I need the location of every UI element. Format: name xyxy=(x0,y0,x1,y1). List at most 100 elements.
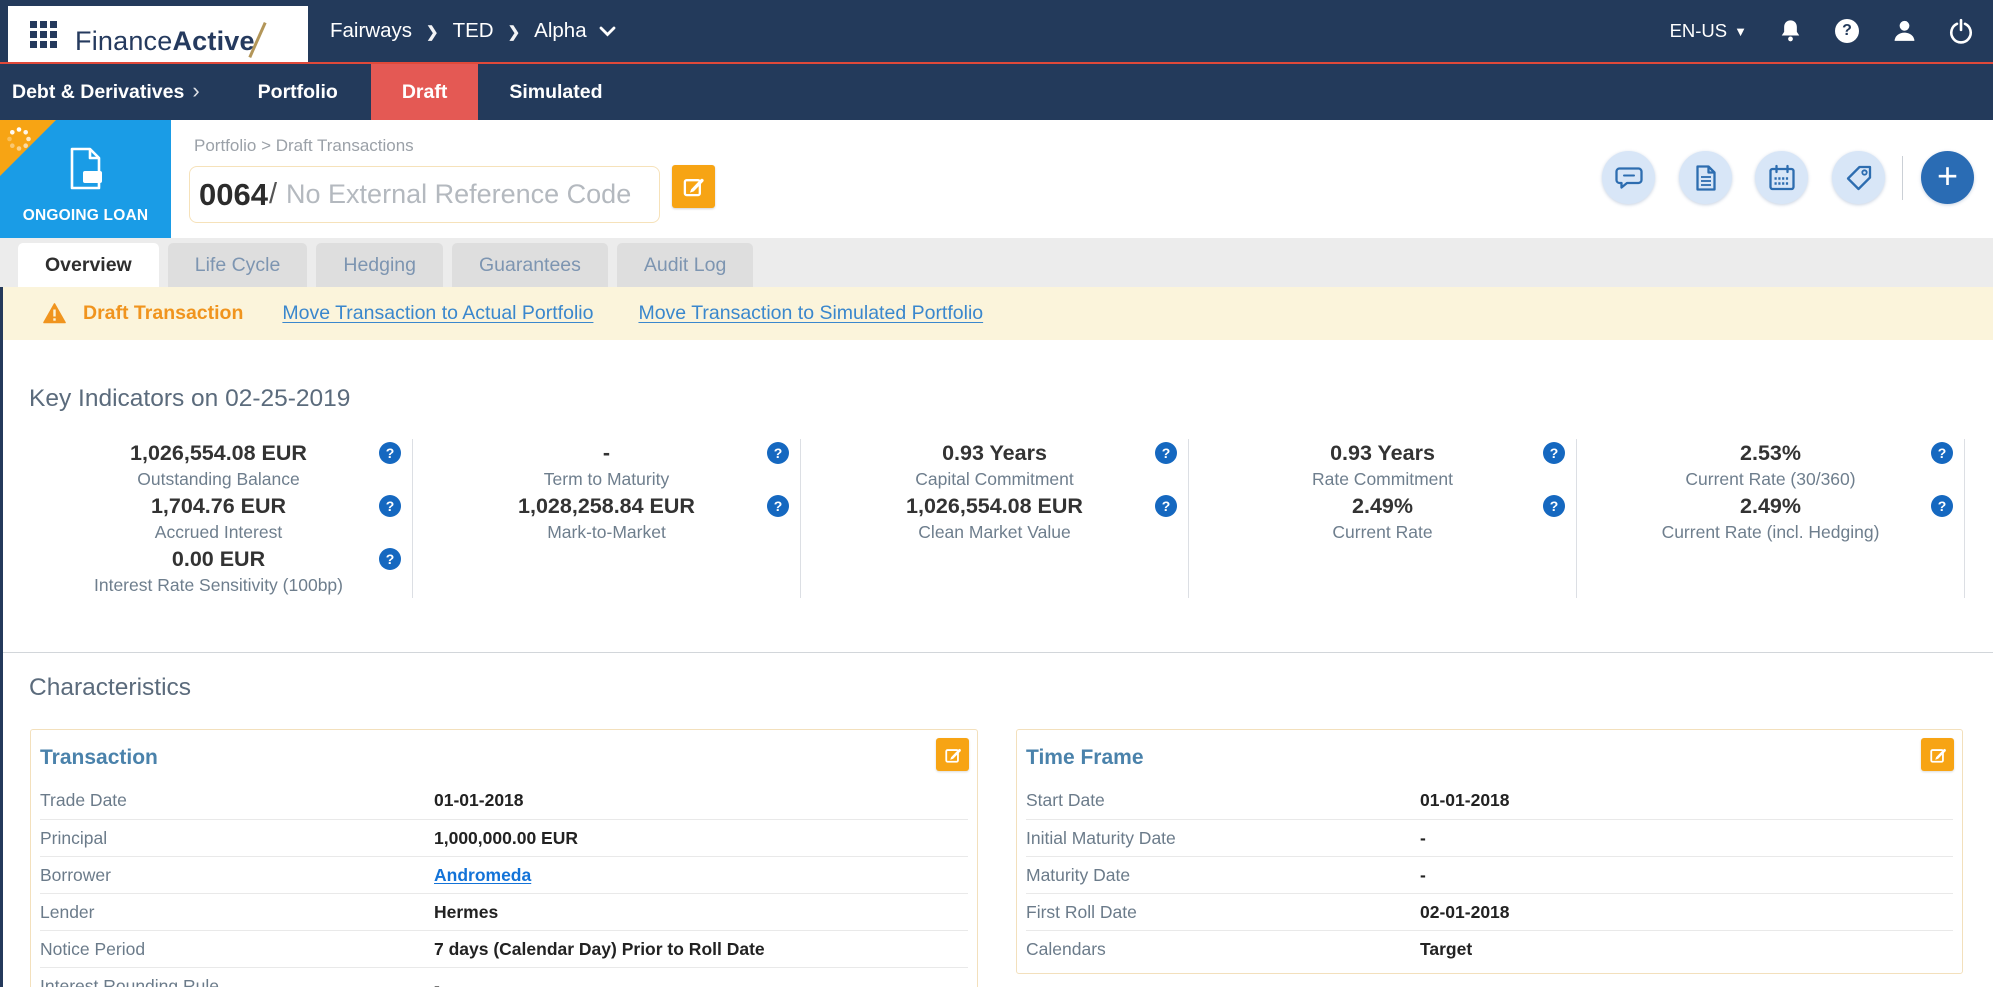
notifications-bell-icon[interactable] xyxy=(1776,17,1804,45)
indicator-label: Term to Maturity xyxy=(543,469,670,489)
help-icon[interactable]: ? xyxy=(1833,17,1861,45)
breadcrumb-item-fairways[interactable]: Fairways xyxy=(330,19,412,43)
indicator-label: Mark-to-Market xyxy=(547,522,666,542)
overview-content: Key Indicators on 02-25-2019 1,026,554.0… xyxy=(0,340,1993,987)
transaction-code: 0064 xyxy=(199,176,268,212)
indicator-column: 1,026,554.08 EUR ? Outstanding Balance 1… xyxy=(25,439,413,598)
indicator-label: Clean Market Value xyxy=(918,522,1071,542)
nav-label: Debt & Derivatives xyxy=(12,80,185,103)
nav-item-debt-derivatives[interactable]: Debt & Derivatives › xyxy=(0,64,214,120)
spinner-icon xyxy=(7,127,31,151)
nav-label: Portfolio xyxy=(257,80,338,103)
finance-active-app: Finance Active Fairways ❯ TED ❯ Alpha EN-… xyxy=(0,0,1993,987)
indicator-label: Accrued Interest xyxy=(154,522,283,542)
indicator-value: 0.00 EUR xyxy=(171,547,266,571)
indicator-current-rate-30-360: 2.53% ? Current Rate (30/360) xyxy=(1577,439,1964,492)
tab-audit-log[interactable]: Audit Log xyxy=(616,243,754,287)
badge-label: ONGOING LOAN xyxy=(22,207,149,224)
transaction-card-title: Transaction xyxy=(40,746,158,769)
help-icon[interactable]: ? xyxy=(1931,442,1953,464)
tab-overview[interactable]: Overview xyxy=(18,243,159,287)
nav-item-portfolio[interactable]: Portfolio xyxy=(244,64,352,120)
chevron-right-icon: ❯ xyxy=(426,24,439,41)
row-label: First Roll Date xyxy=(1026,901,1137,922)
row-label: Principal xyxy=(40,827,108,848)
breadcrumb-item-ted[interactable]: TED xyxy=(453,19,494,43)
help-icon[interactable]: ? xyxy=(379,495,401,517)
warning-icon xyxy=(43,303,66,324)
help-icon[interactable]: ? xyxy=(767,442,789,464)
tab-life-cycle[interactable]: Life Cycle xyxy=(167,243,308,287)
tab-guarantees[interactable]: Guarantees xyxy=(452,243,608,287)
indicator-column: 0.93 Years ? Capital Commitment 1,026,55… xyxy=(801,439,1189,598)
chevron-right-icon: › xyxy=(192,78,200,103)
row-label: Borrower xyxy=(40,864,111,885)
table-row-principal: Principal 1,000,000.00 EUR xyxy=(40,819,968,856)
alert-title: Draft Transaction xyxy=(83,302,244,324)
calendar-button[interactable] xyxy=(1755,151,1808,204)
characteristics-title: Characteristics xyxy=(29,674,192,701)
indicator-value: 1,704.76 EUR xyxy=(150,494,287,518)
logout-power-icon[interactable] xyxy=(1947,17,1975,45)
nav-item-simulated[interactable]: Simulated xyxy=(495,64,616,120)
edit-time-frame-button[interactable] xyxy=(1921,738,1954,771)
move-to-simulated-link[interactable]: Move Transaction to Simulated Portfolio xyxy=(638,302,983,325)
row-label: Maturity Date xyxy=(1026,864,1131,885)
add-button[interactable]: + xyxy=(1921,151,1974,204)
row-label: Start Date xyxy=(1026,790,1105,810)
header-actions-divider xyxy=(1902,156,1903,200)
help-icon[interactable]: ? xyxy=(379,548,401,570)
row-value: 01-01-2018 xyxy=(1420,790,1510,810)
key-indicators-section: Key Indicators on 02-25-2019 1,026,554.0… xyxy=(3,340,1993,653)
nav-item-draft-active[interactable]: Draft xyxy=(370,64,479,120)
row-label: Trade Date xyxy=(40,790,127,810)
tags-button[interactable] xyxy=(1832,151,1885,204)
table-row-lender: Lender Hermes xyxy=(40,893,968,930)
breadcrumb-item-alpha[interactable]: Alpha xyxy=(534,19,586,43)
indicator-term-to-maturity: - ? Term to Maturity xyxy=(413,439,800,492)
help-icon[interactable]: ? xyxy=(1543,442,1565,464)
chevron-down-icon[interactable] xyxy=(599,26,616,37)
indicator-clean-market-value: 1,026,554.08 EUR ? Clean Market Value xyxy=(801,492,1188,545)
borrower-link[interactable]: Andromeda xyxy=(434,865,531,886)
page-header: ONGOING LOAN Portfolio > Draft Transacti… xyxy=(0,120,1993,238)
transaction-title-field[interactable]: 0064 / No External Reference Code xyxy=(189,166,660,223)
help-icon[interactable]: ? xyxy=(1543,495,1565,517)
indicator-rate-commitment: 0.93 Years ? Rate Commitment xyxy=(1189,439,1576,492)
topbar-actions: EN-US ▼ ? xyxy=(1670,0,1975,62)
nav-label: Simulated xyxy=(509,80,603,103)
row-label: Notice Period xyxy=(40,938,146,959)
documents-button[interactable] xyxy=(1679,151,1732,204)
brand-logo: Finance Active xyxy=(75,12,267,58)
row-value: 02-01-2018 xyxy=(1420,901,1510,922)
time-frame-card-title: Time Frame xyxy=(1026,746,1144,769)
tab-hedging[interactable]: Hedging xyxy=(316,243,443,287)
table-row-borrower: Borrower Andromeda xyxy=(40,856,968,893)
indicator-outstanding-balance: 1,026,554.08 EUR ? Outstanding Balance xyxy=(25,439,412,492)
indicator-value: 0.93 Years xyxy=(942,441,1047,465)
user-profile-icon[interactable] xyxy=(1890,17,1918,45)
edit-reference-button[interactable] xyxy=(672,165,715,208)
help-icon[interactable]: ? xyxy=(1155,442,1177,464)
move-to-actual-link[interactable]: Move Transaction to Actual Portfolio xyxy=(282,302,593,325)
app-grid-icon[interactable] xyxy=(30,20,57,48)
time-frame-card: Time Frame Start Date 01-01-2018 Initial… xyxy=(1016,729,1963,974)
help-icon[interactable]: ? xyxy=(1155,495,1177,517)
indicator-label: Current Rate (30/360) xyxy=(1685,469,1856,489)
indicator-value: 1,026,554.08 EUR xyxy=(906,494,1083,518)
language-selector[interactable]: EN-US ▼ xyxy=(1670,20,1747,42)
indicator-label: Interest Rate Sensitivity (100bp) xyxy=(93,575,343,595)
table-row-maturity-date: Maturity Date - xyxy=(1026,856,1953,893)
key-indicators-title: Key Indicators on 02-25-2019 xyxy=(29,385,351,412)
language-label: EN-US xyxy=(1669,20,1728,41)
indicator-column: 0.93 Years ? Rate Commitment 2.49% ? Cur… xyxy=(1189,439,1577,598)
help-icon[interactable]: ? xyxy=(379,442,401,464)
indicator-mark-to-market: 1,028,258.84 EUR ? Mark-to-Market xyxy=(413,492,800,545)
indicator-value: 2.53% xyxy=(1740,441,1801,465)
help-icon[interactable]: ? xyxy=(767,495,789,517)
help-icon[interactable]: ? xyxy=(1931,495,1953,517)
logo[interactable]: Finance Active xyxy=(8,6,308,62)
comments-button[interactable] xyxy=(1602,151,1655,204)
edit-transaction-button[interactable] xyxy=(936,738,969,771)
indicator-value: 0.93 Years xyxy=(1330,441,1435,465)
